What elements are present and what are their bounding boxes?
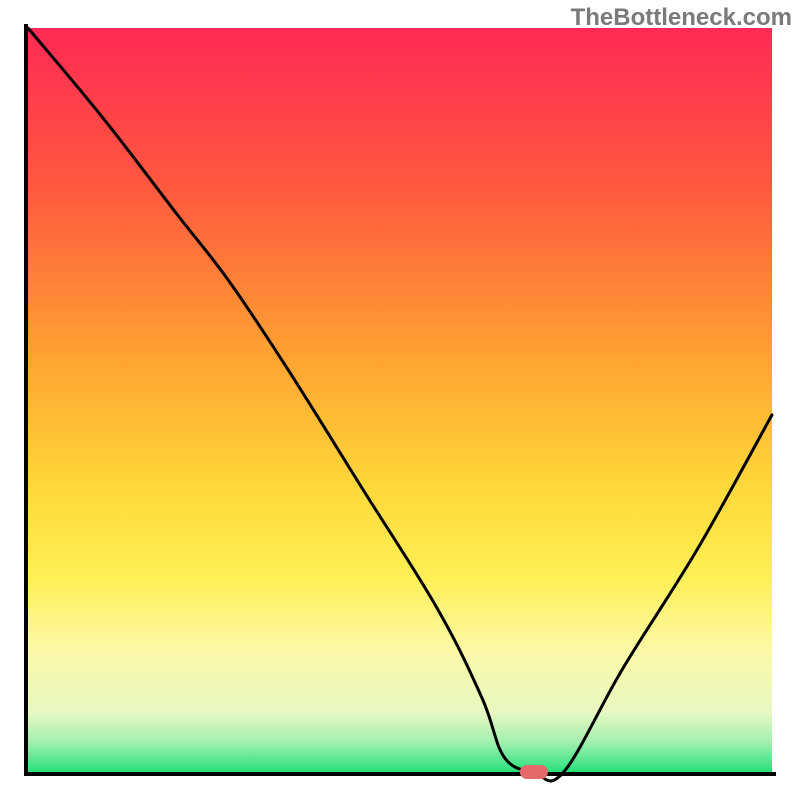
chart-svg <box>0 0 800 800</box>
chart-container: TheBottleneck.com <box>0 0 800 800</box>
optimal-point-marker <box>520 765 548 779</box>
watermark-text: TheBottleneck.com <box>571 4 792 32</box>
plot-area-background <box>28 28 772 772</box>
x-axis <box>24 772 776 776</box>
y-axis <box>24 24 28 776</box>
